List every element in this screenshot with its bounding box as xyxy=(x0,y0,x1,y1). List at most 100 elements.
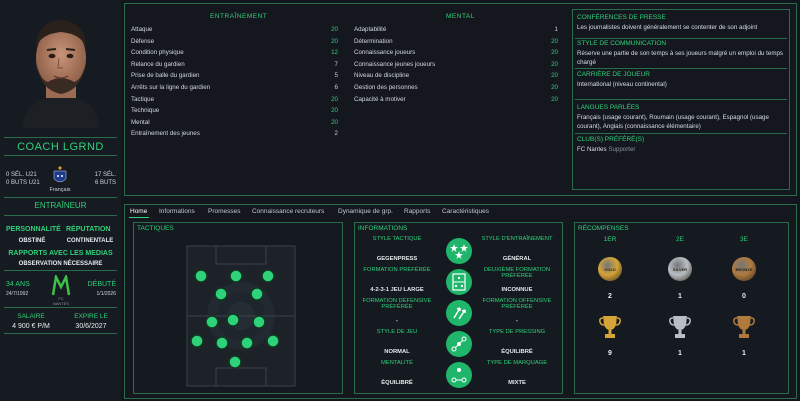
training-attribute-value: 7 xyxy=(334,60,338,68)
training-title: ENTRAÎNEMENT xyxy=(210,13,268,20)
training-attribute-label: Entraînement des jeunes xyxy=(131,130,200,138)
reputation-label: RÉPUTATION xyxy=(66,226,111,233)
training-attribute-value: 20 xyxy=(331,118,338,126)
salary-label: SALAIRE xyxy=(17,313,45,320)
trophy-icon xyxy=(669,316,691,338)
salary-value: 4 900 € P/M xyxy=(12,323,50,330)
player-marker[interactable] xyxy=(252,315,266,329)
coach-name: COACH LGRND xyxy=(17,141,104,153)
divider xyxy=(4,137,117,138)
tab-promesses[interactable]: Promesses xyxy=(208,208,241,215)
debut-date: 1/1/2026 xyxy=(96,291,116,297)
info-right-label: STYLE D'ENTRAÎNEMENT xyxy=(481,236,553,242)
tab-rapports[interactable]: Rapports xyxy=(404,208,430,215)
club-logo-icon[interactable] xyxy=(51,275,71,297)
divider xyxy=(4,197,117,198)
press-title: CONFÉRENCES DE PRESSE xyxy=(577,14,666,21)
training-attribute-value: 20 xyxy=(331,107,338,115)
player-marker[interactable] xyxy=(250,287,264,301)
languages-text: Français (usage courant), Roumain (usage… xyxy=(577,114,769,130)
medal-icon: GOLD xyxy=(598,257,622,281)
mental-attribute-value: 20 xyxy=(551,49,558,57)
training-attribute-label: Technique xyxy=(131,107,160,115)
player-marker[interactable] xyxy=(266,334,280,348)
medal-count: 2 xyxy=(608,293,612,300)
player-marker[interactable] xyxy=(194,269,208,283)
u21-goals: 0 BUTS U21 xyxy=(6,180,40,186)
divider xyxy=(575,68,787,69)
info-left-label: STYLE DE JEU xyxy=(376,329,418,335)
training-attribute-value: 12 xyxy=(331,49,338,57)
media-relations-value: OBSERVATION NÉCESSAIRE xyxy=(18,261,103,267)
career-text: International (niveau continental) xyxy=(577,81,667,88)
tab-dynamique-groupe[interactable]: Dynamique de grp. xyxy=(338,208,393,215)
training-attribute-value: 6 xyxy=(334,84,338,91)
tab-informations[interactable]: Informations xyxy=(159,208,195,215)
reward-rank-header: 2E xyxy=(676,236,684,243)
training-attribute-label: Relance du gardien xyxy=(131,60,185,68)
training-attribute-label: Condition physique xyxy=(131,49,184,57)
tab-home[interactable]: Home xyxy=(130,208,147,215)
training-attribute-label: Tactique xyxy=(131,95,155,103)
trophy-count: 1 xyxy=(742,350,746,357)
player-marker[interactable] xyxy=(215,336,229,350)
info-right-label: DEUXIÈME FORMATION PRÉFÉRÉE xyxy=(483,267,551,279)
marking-icon xyxy=(446,362,472,388)
training-attribute-label: Défense xyxy=(131,37,155,45)
tab-connaissance-recruteurs[interactable]: Connaissance recruteurs xyxy=(252,208,324,215)
coach-info-box: CONFÉRENCES DE PRESSE Les journalistes d… xyxy=(572,9,790,190)
coach-avatar xyxy=(22,20,100,128)
mental-title: MENTAL xyxy=(446,13,475,20)
training-attribute-label: Prise de balle du gardien xyxy=(131,72,200,80)
rewards-panel: RÉCOMPENSES 1ER GOLD 2 9 2E SILVER 1 1 3E BRONZE 0… xyxy=(574,222,789,394)
training-attribute-value: 20 xyxy=(331,95,338,103)
training-attribute-value: 20 xyxy=(331,37,338,45)
trophy-count: 1 xyxy=(678,350,682,357)
career-title: CARRIÈRE DE JOUEUR xyxy=(577,71,650,78)
favourite-club-role: Supporter xyxy=(608,146,636,153)
divider xyxy=(4,155,117,156)
mental-attribute-label: Connaissance jeunes joueurs xyxy=(354,60,436,68)
divider xyxy=(4,215,117,216)
player-marker[interactable] xyxy=(228,355,242,369)
info-right-label: TYPE DE PRESSING xyxy=(488,329,546,335)
info-left-value: - xyxy=(396,318,398,324)
player-marker[interactable] xyxy=(214,287,228,301)
player-marker[interactable] xyxy=(190,334,204,348)
info-left-value: NORMAL xyxy=(384,349,410,355)
player-marker[interactable] xyxy=(226,313,240,327)
mental-attribute-label: Connaissance joueurs xyxy=(354,49,416,57)
player-marker[interactable] xyxy=(229,269,243,283)
divider xyxy=(575,133,787,134)
mental-attribute-value: 20 xyxy=(551,84,558,91)
training-attribute-label: Attaque xyxy=(131,26,153,33)
medal-icon: BRONZE xyxy=(732,257,756,281)
medal-label: SILVER xyxy=(672,266,688,272)
info-left-label: FORMATION PRÉFÉRÉE xyxy=(363,267,431,273)
reputation-value: CONTINENTALE xyxy=(66,238,114,244)
player-marker[interactable] xyxy=(205,315,219,329)
info-left-label: MENTALITÉ xyxy=(380,360,414,366)
training-attribute-value: 5 xyxy=(334,72,338,80)
expires-value: 30/6/2027 xyxy=(75,323,107,330)
tactics-pitch[interactable] xyxy=(186,245,296,387)
info-right-value: - xyxy=(516,318,518,324)
info-left-value: ÉQUILIBRÉ xyxy=(381,380,413,386)
u21-selections: 0 SÉL. U21 xyxy=(6,172,37,178)
player-marker[interactable] xyxy=(240,336,254,350)
tab-caracteristiques[interactable]: Caractéristiques xyxy=(442,208,489,215)
info-left-value: 4-2-3-1 JEU LARGE xyxy=(370,287,424,293)
tactics-title: TACTIQUES xyxy=(137,225,174,232)
mental-attribute-label: Capacité à motiver xyxy=(354,95,406,103)
mental-attribute-label: Niveau de discipline xyxy=(354,72,410,80)
divider xyxy=(4,270,117,271)
player-marker[interactable] xyxy=(261,269,275,283)
training-attribute-value: 2 xyxy=(334,130,338,138)
info-left-label: STYLE TACTIQUE xyxy=(372,236,422,242)
personality-value: OBSTINÉ xyxy=(18,238,46,244)
active-tab-indicator xyxy=(129,217,149,218)
favourite-club-name[interactable]: FC Nantes xyxy=(577,146,607,153)
favourite-club[interactable]: FC Nantes Supporter xyxy=(577,145,787,154)
mental-attribute-value: 20 xyxy=(551,37,558,45)
france-federation-icon[interactable] xyxy=(52,164,68,186)
